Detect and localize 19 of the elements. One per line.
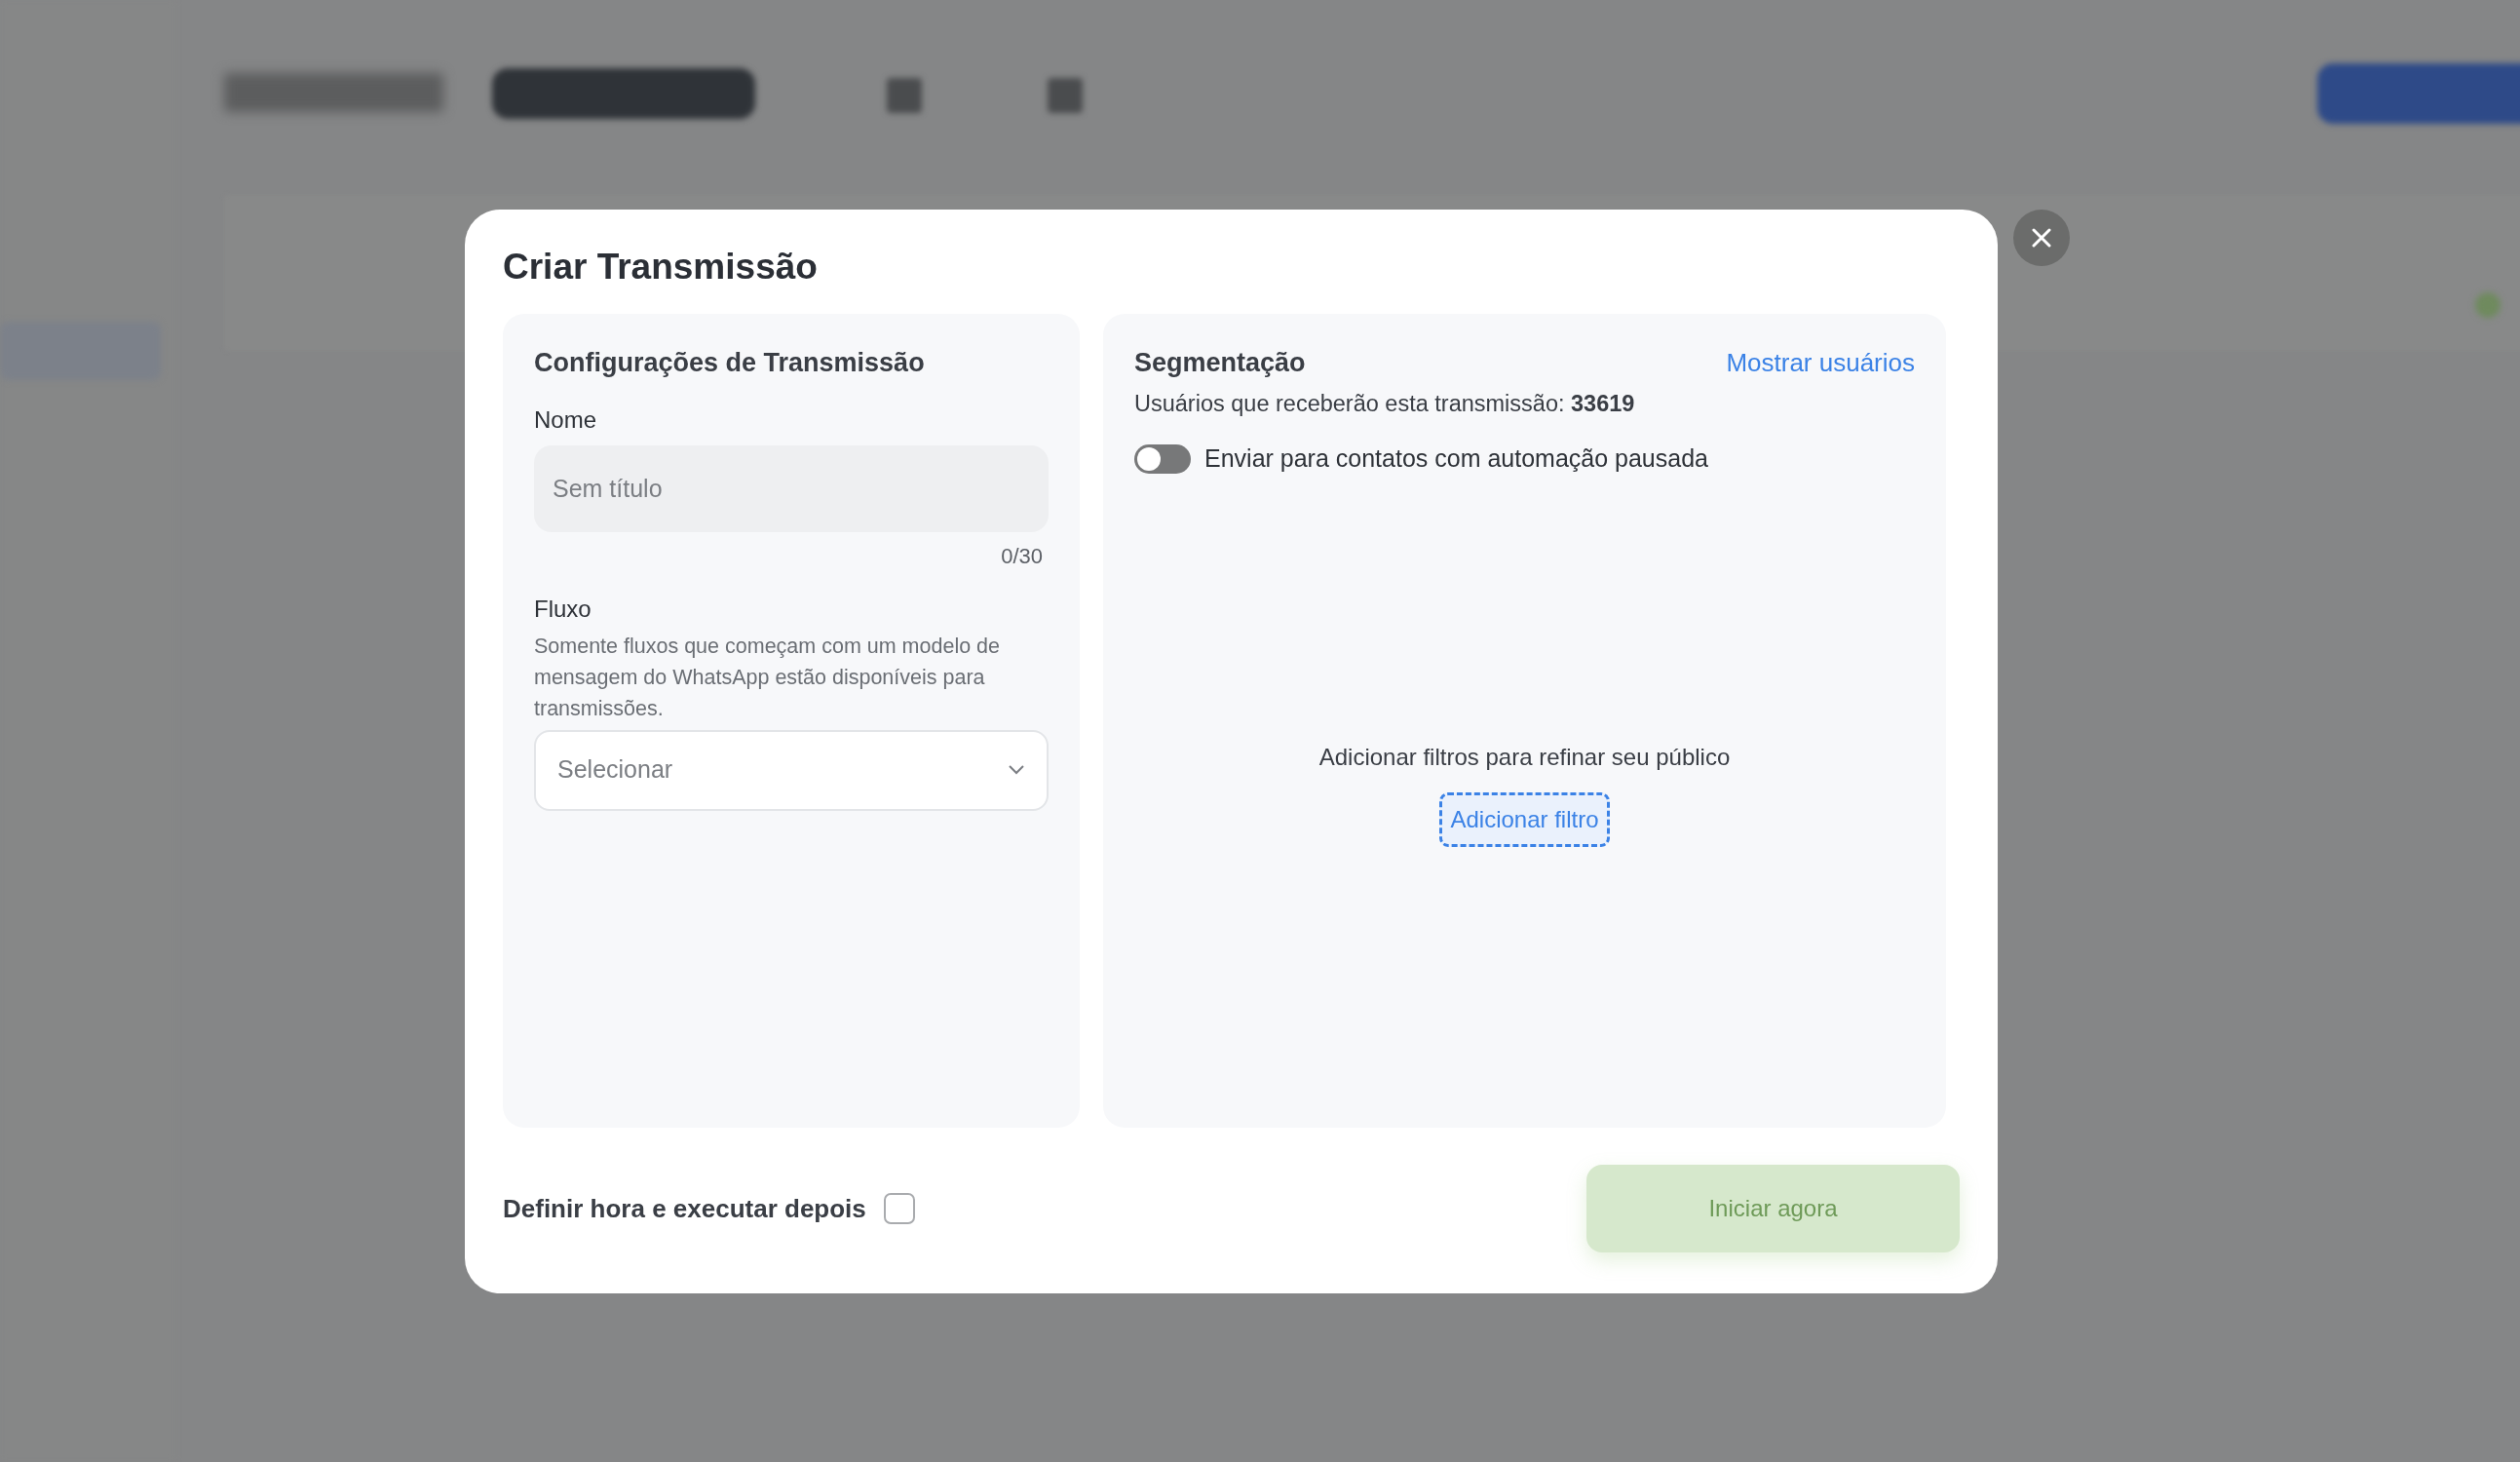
panel-heading: Configurações de Transmissão (534, 347, 926, 379)
field-label: Nome (534, 404, 598, 435)
flow-select[interactable]: Selecionar (534, 729, 1049, 811)
panel-heading: Segmentação (1134, 347, 1306, 379)
schedule-label: Definir hora e executar depois (503, 1192, 866, 1225)
name-field[interactable]: Sem título (534, 444, 1049, 532)
schedule-checkbox[interactable] (883, 1193, 915, 1224)
close-icon (2032, 228, 2051, 248)
toggle-switch[interactable] (1134, 443, 1191, 474)
show-users-link[interactable]: Mostrar usuários (1726, 343, 1915, 382)
chevron-down-icon (1008, 764, 1025, 776)
empty-state-text: Adicionar filtros para refinar seu público (1318, 743, 1731, 773)
field-hint: Somente fluxos que começam com um modelo de mensagem do WhatsApp estão disponíveis para transmissões. (534, 633, 1001, 722)
toggle-label: Enviar para contatos com automação pausada (1204, 442, 1708, 474)
recipients-count: Usuários que receberão esta transmissão: 33619 (1134, 389, 1636, 418)
dialog-title: Criar Transmissão (503, 249, 819, 285)
add-filter-button[interactable]: Adicionar filtro (1439, 792, 1610, 848)
field-label: Fluxo (534, 594, 592, 624)
character-counter: 0/30 (1001, 542, 1043, 570)
